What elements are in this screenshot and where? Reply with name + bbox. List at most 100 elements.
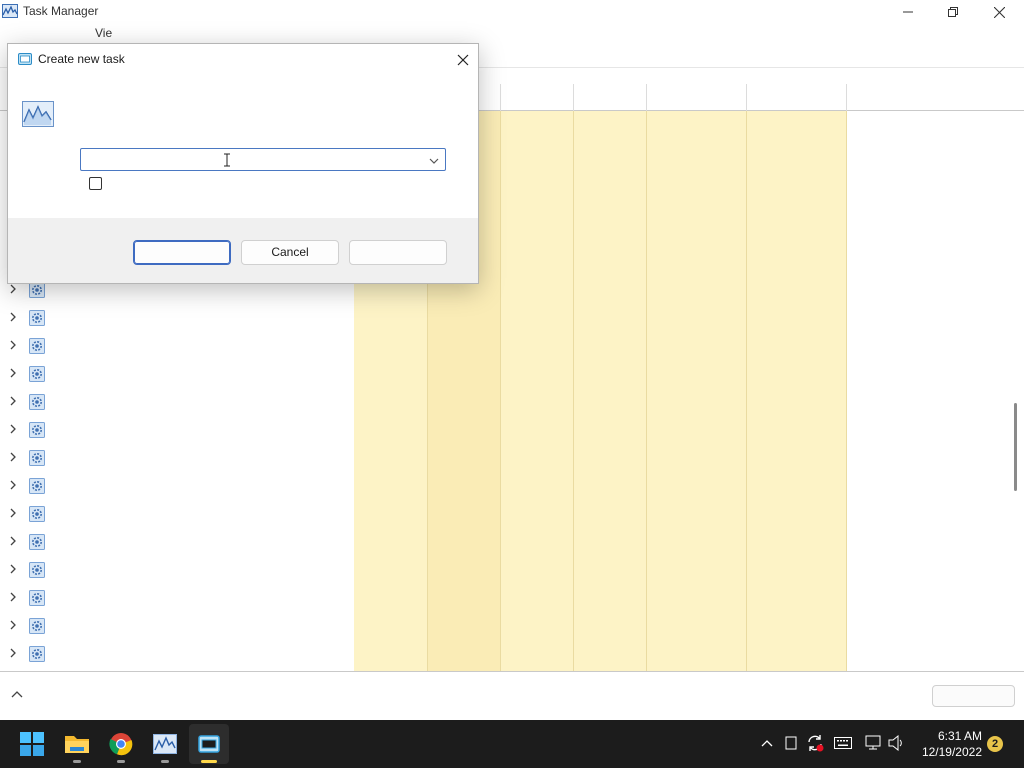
create-new-task-dialog: Create new task Cancel bbox=[7, 43, 479, 284]
gear-icon bbox=[29, 282, 45, 298]
fewer-details-button[interactable] bbox=[10, 688, 24, 702]
open-command-combobox[interactable] bbox=[80, 148, 446, 171]
column-separator[interactable] bbox=[500, 84, 501, 111]
active-indicator bbox=[201, 760, 217, 763]
chevron-right-icon[interactable] bbox=[8, 479, 18, 491]
chrome-button[interactable] bbox=[101, 724, 141, 764]
run-dialog-icon bbox=[18, 53, 32, 65]
chevron-right-icon[interactable] bbox=[8, 423, 18, 435]
column-separator[interactable] bbox=[646, 84, 647, 111]
end-task-button[interactable] bbox=[932, 685, 1015, 707]
menu-bar: Vie bbox=[0, 24, 1024, 42]
chevron-right-icon[interactable] bbox=[8, 451, 18, 463]
column-separator[interactable] bbox=[746, 84, 747, 111]
chevron-right-icon[interactable] bbox=[8, 395, 18, 407]
table-row[interactable] bbox=[0, 584, 354, 612]
dialog-close-button[interactable] bbox=[452, 49, 474, 71]
task-manager-titlebar: Task Manager bbox=[0, 0, 1024, 24]
table-row[interactable] bbox=[0, 640, 354, 668]
chrome-icon bbox=[109, 733, 133, 756]
gear-icon bbox=[29, 506, 45, 522]
chevron-up-icon bbox=[761, 740, 773, 747]
notification-badge[interactable]: 2 bbox=[987, 736, 1003, 752]
running-indicator bbox=[73, 760, 81, 763]
start-button[interactable] bbox=[12, 724, 52, 764]
sync-status-button[interactable] bbox=[806, 734, 824, 752]
chevron-right-icon[interactable] bbox=[8, 591, 18, 603]
table-row[interactable] bbox=[0, 332, 354, 360]
gear-icon bbox=[29, 422, 45, 438]
chevron-right-icon[interactable] bbox=[8, 619, 18, 631]
task-manager-icon bbox=[22, 101, 54, 127]
clock-time: 6:31 AM bbox=[937, 729, 982, 743]
column-separator[interactable] bbox=[573, 84, 574, 111]
file-explorer-button[interactable] bbox=[57, 724, 97, 764]
process-list bbox=[0, 276, 354, 668]
gear-icon bbox=[29, 394, 45, 410]
table-row[interactable] bbox=[0, 612, 354, 640]
column-separator[interactable] bbox=[846, 84, 847, 111]
close-icon bbox=[993, 6, 1005, 18]
cancel-button[interactable]: Cancel bbox=[241, 240, 339, 265]
chevron-right-icon[interactable] bbox=[8, 283, 18, 295]
show-hidden-icons-button[interactable] bbox=[758, 734, 776, 752]
chevron-right-icon[interactable] bbox=[8, 507, 18, 519]
gpu-column bbox=[646, 111, 746, 671]
keyboard-button[interactable] bbox=[834, 734, 852, 752]
chevron-right-icon[interactable] bbox=[8, 339, 18, 351]
column-gridline bbox=[646, 111, 647, 671]
ok-button[interactable] bbox=[133, 240, 231, 265]
table-row[interactable] bbox=[0, 388, 354, 416]
clock-date: 12/19/2022 bbox=[921, 745, 982, 759]
gear-icon bbox=[29, 534, 45, 550]
task-manager-footer bbox=[0, 672, 1024, 720]
admin-privileges-checkbox[interactable] bbox=[89, 177, 102, 190]
network-column bbox=[573, 111, 646, 671]
gear-icon bbox=[29, 590, 45, 606]
network-icon bbox=[865, 735, 881, 750]
table-row[interactable] bbox=[0, 472, 354, 500]
volume-button[interactable] bbox=[888, 734, 906, 752]
task-manager-taskbar-button[interactable] bbox=[145, 724, 185, 764]
speaker-icon bbox=[888, 735, 902, 751]
menu-view[interactable]: Vie bbox=[95, 26, 112, 40]
table-row[interactable] bbox=[0, 360, 354, 388]
chevron-right-icon[interactable] bbox=[8, 535, 18, 547]
open-command-input[interactable] bbox=[81, 149, 421, 170]
table-row[interactable] bbox=[0, 556, 354, 584]
table-row[interactable] bbox=[0, 528, 354, 556]
network-button[interactable] bbox=[865, 734, 883, 752]
table-row[interactable] bbox=[0, 500, 354, 528]
gpu-engine-column bbox=[746, 111, 846, 671]
task-manager-app-icon bbox=[2, 4, 18, 18]
close-icon bbox=[457, 54, 469, 66]
minimize-icon bbox=[903, 11, 913, 13]
sync-error-icon bbox=[808, 735, 824, 752]
table-row[interactable] bbox=[0, 416, 354, 444]
column-gridline bbox=[746, 111, 747, 671]
chevron-right-icon[interactable] bbox=[8, 647, 18, 659]
restore-button[interactable] bbox=[930, 0, 976, 24]
keyboard-icon bbox=[834, 737, 852, 749]
column-gridline bbox=[846, 111, 847, 671]
gear-icon bbox=[29, 478, 45, 494]
chevron-down-icon[interactable] bbox=[428, 155, 440, 165]
taskbar: 6:31 AM 12/19/2022 2 bbox=[0, 720, 1024, 768]
table-row[interactable] bbox=[0, 444, 354, 472]
table-row[interactable] bbox=[0, 304, 354, 332]
vertical-scrollbar[interactable] bbox=[1014, 403, 1017, 491]
gear-icon bbox=[29, 338, 45, 354]
text-cursor-icon bbox=[223, 153, 231, 167]
tray-app-button[interactable] bbox=[782, 734, 800, 752]
minimize-button[interactable] bbox=[885, 0, 931, 24]
run-dialog-taskbar-button[interactable] bbox=[189, 724, 229, 764]
close-window-button[interactable] bbox=[976, 0, 1022, 24]
dialog-button-bar: Cancel bbox=[8, 218, 478, 283]
gear-icon bbox=[29, 450, 45, 466]
chevron-right-icon[interactable] bbox=[8, 311, 18, 323]
browse-button[interactable] bbox=[349, 240, 447, 265]
gear-icon bbox=[29, 310, 45, 326]
chevron-right-icon[interactable] bbox=[8, 563, 18, 575]
chevron-right-icon[interactable] bbox=[8, 367, 18, 379]
taskbar-clock[interactable]: 6:31 AM 12/19/2022 bbox=[918, 728, 982, 760]
